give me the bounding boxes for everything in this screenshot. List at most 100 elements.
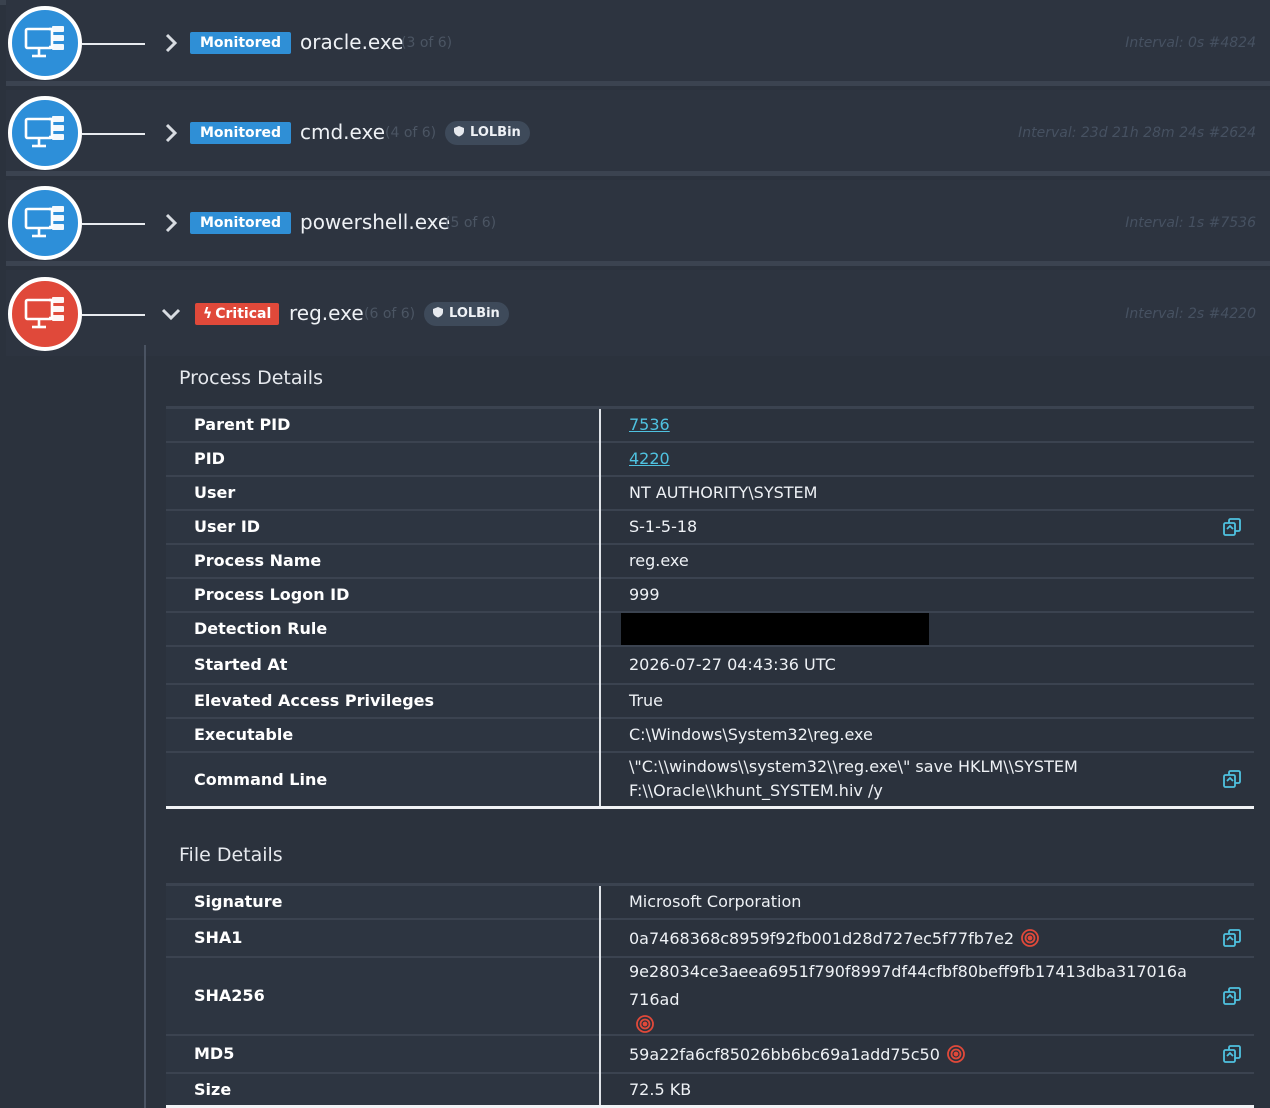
- process-name[interactable]: oracle.exe: [300, 30, 403, 54]
- tree-connector: [82, 43, 145, 45]
- detail-label: Process Name: [166, 542, 601, 578]
- pid-link[interactable]: 7536: [629, 415, 670, 434]
- detail-value: 4220: [600, 440, 1254, 476]
- bolt-icon: ϟ: [203, 306, 213, 322]
- detail-row: Detection Rule: [166, 610, 1254, 646]
- detail-value: 72.5 KB: [600, 1071, 1254, 1108]
- detail-row: Process Logon ID 999: [166, 576, 1254, 612]
- value-text: reg.exe: [629, 551, 689, 570]
- detail-label: User ID: [166, 508, 601, 544]
- detail-row: Signature Microsoft Corporation: [166, 883, 1254, 919]
- detail-row: Elevated Access Privileges True: [166, 682, 1254, 718]
- value-text: 0a7468368c8959f92fb001d28d727ec5f77fb7e2: [629, 928, 1015, 948]
- detail-label: MD5: [166, 1033, 601, 1073]
- process-row[interactable]: Monitored oracle.exe (3 of 6) Interval: 0s …: [0, 0, 1270, 86]
- detail-value: NT AUTHORITY\SYSTEM: [600, 474, 1254, 510]
- value-text: True: [629, 691, 663, 710]
- process-count: (4 of 6): [385, 125, 437, 141]
- status-badge: Monitored: [190, 122, 292, 144]
- redacted-block: [621, 612, 929, 645]
- process-name[interactable]: powershell.exe: [300, 210, 450, 234]
- file-details-table: Signature Microsoft Corporation SHA1 0a7468…: [166, 883, 1254, 1108]
- value-text: 2026-07-27 04:43:36 UTC: [629, 655, 836, 674]
- detail-label: Signature: [166, 883, 601, 919]
- value-text: 999: [629, 585, 660, 604]
- value-text: S-1-5-18: [629, 517, 698, 536]
- detail-label: Elevated Access Privileges: [166, 682, 601, 718]
- process-node-icon[interactable]: [8, 96, 82, 170]
- value-text: C:\Windows\System32\reg.exe: [629, 725, 873, 744]
- detail-row: User NT AUTHORITY\SYSTEM: [166, 474, 1254, 510]
- interval-label: Interval: 0s #4824: [1125, 35, 1256, 51]
- copy-icon[interactable]: [1222, 928, 1242, 948]
- process-row[interactable]: Monitored powershell.exe (5 of 6) Interval:…: [0, 180, 1270, 266]
- copy-icon[interactable]: [1222, 517, 1242, 537]
- detail-value: 0a7468368c8959f92fb001d28d727ec5f77fb7e2: [600, 917, 1254, 957]
- detail-row: SHA256 9e28034ce3aeea6951f790f8997df44cfb…: [166, 955, 1254, 1035]
- status-badge: Monitored: [190, 32, 292, 54]
- detail-value: C:\Windows\System32\reg.exe: [600, 716, 1254, 752]
- process-count: (3 of 6): [401, 35, 453, 51]
- detail-row: MD5 59a22fa6cf85026bb6bc69a1add75c50: [166, 1033, 1254, 1073]
- shield-icon: [432, 306, 449, 321]
- process-count: (5 of 6): [445, 215, 497, 231]
- interval-label: Interval: 1s #7536: [1125, 215, 1256, 231]
- lolbin-badge: LOLBin: [445, 121, 530, 145]
- chevron-down-icon[interactable]: [160, 303, 182, 325]
- detail-label: Parent PID: [166, 406, 601, 442]
- copy-icon[interactable]: [1222, 769, 1242, 789]
- process-node-icon[interactable]: [8, 6, 82, 80]
- detail-value: 59a22fa6cf85026bb6bc69a1add75c50: [600, 1033, 1254, 1073]
- detail-label: Executable: [166, 716, 601, 752]
- shield-icon: [453, 125, 470, 140]
- detail-row: Command Line \"C:\\windows\\system32\\reg…: [166, 750, 1254, 809]
- value-text: 9e28034ce3aeea6951f790f8997df44cfbf80bef…: [629, 961, 1187, 1009]
- process-row[interactable]: Monitored cmd.exe (4 of 6) LOLBin Interval: …: [0, 90, 1270, 176]
- detail-label: SHA256: [166, 955, 601, 1035]
- detail-label: Started At: [166, 644, 601, 684]
- detail-value: S-1-5-18: [600, 508, 1254, 544]
- detail-row: User ID S-1-5-18: [166, 508, 1254, 544]
- detail-value: 999: [600, 576, 1254, 612]
- copy-icon[interactable]: [1222, 986, 1242, 1006]
- process-details-table: Parent PID 7536 PID 4220 User NT AUTHORITY\SY…: [166, 406, 1254, 809]
- detail-row: Size 72.5 KB: [166, 1071, 1254, 1108]
- pid-link[interactable]: 4220: [629, 449, 670, 468]
- interval-label: Interval: 2s #4220: [1125, 306, 1256, 322]
- detail-value: reg.exe: [600, 542, 1254, 578]
- target-icon[interactable]: [635, 1014, 655, 1034]
- detail-value: 9e28034ce3aeea6951f790f8997df44cfbf80bef…: [600, 955, 1254, 1035]
- value-text: 59a22fa6cf85026bb6bc69a1add75c50: [629, 1044, 940, 1064]
- detail-value: \"C:\\windows\\system32\\reg.exe\" save …: [600, 750, 1254, 809]
- process-name[interactable]: reg.exe: [289, 301, 364, 325]
- chevron-right-icon[interactable]: [160, 32, 182, 54]
- tree-connector: [82, 133, 145, 135]
- detail-label: Size: [166, 1071, 601, 1108]
- copy-icon[interactable]: [1222, 1044, 1242, 1064]
- detail-label: Command Line: [166, 750, 601, 809]
- detail-value: True: [600, 682, 1254, 718]
- tree-line: [144, 345, 146, 1108]
- chevron-right-icon[interactable]: [160, 212, 182, 234]
- tree-connector: [82, 314, 145, 316]
- detail-value: [600, 610, 1254, 646]
- detail-label: SHA1: [166, 917, 601, 957]
- tree-connector: [82, 223, 145, 225]
- detail-label: Process Logon ID: [166, 576, 601, 612]
- process-node-icon[interactable]: [8, 186, 82, 260]
- process-name[interactable]: cmd.exe: [300, 120, 385, 144]
- target-icon[interactable]: [946, 1044, 966, 1064]
- status-badge: Monitored: [190, 212, 292, 234]
- value-text: 72.5 KB: [629, 1079, 692, 1099]
- detail-row: Process Name reg.exe: [166, 542, 1254, 578]
- process-node-icon[interactable]: [8, 277, 82, 351]
- value-text: Microsoft Corporation: [629, 892, 802, 912]
- detail-row: SHA1 0a7468368c8959f92fb001d28d727ec5f77f…: [166, 917, 1254, 957]
- process-count: (6 of 6): [364, 306, 416, 322]
- process-row[interactable]: ϟ Critical reg.exe (6 of 6) LOLBin Interval: …: [0, 270, 1270, 356]
- value-text: NT AUTHORITY\SYSTEM: [629, 483, 818, 502]
- file-details-title: File Details: [179, 844, 283, 866]
- detail-value: Microsoft Corporation: [600, 883, 1254, 919]
- chevron-right-icon[interactable]: [160, 122, 182, 144]
- target-icon[interactable]: [1020, 928, 1040, 948]
